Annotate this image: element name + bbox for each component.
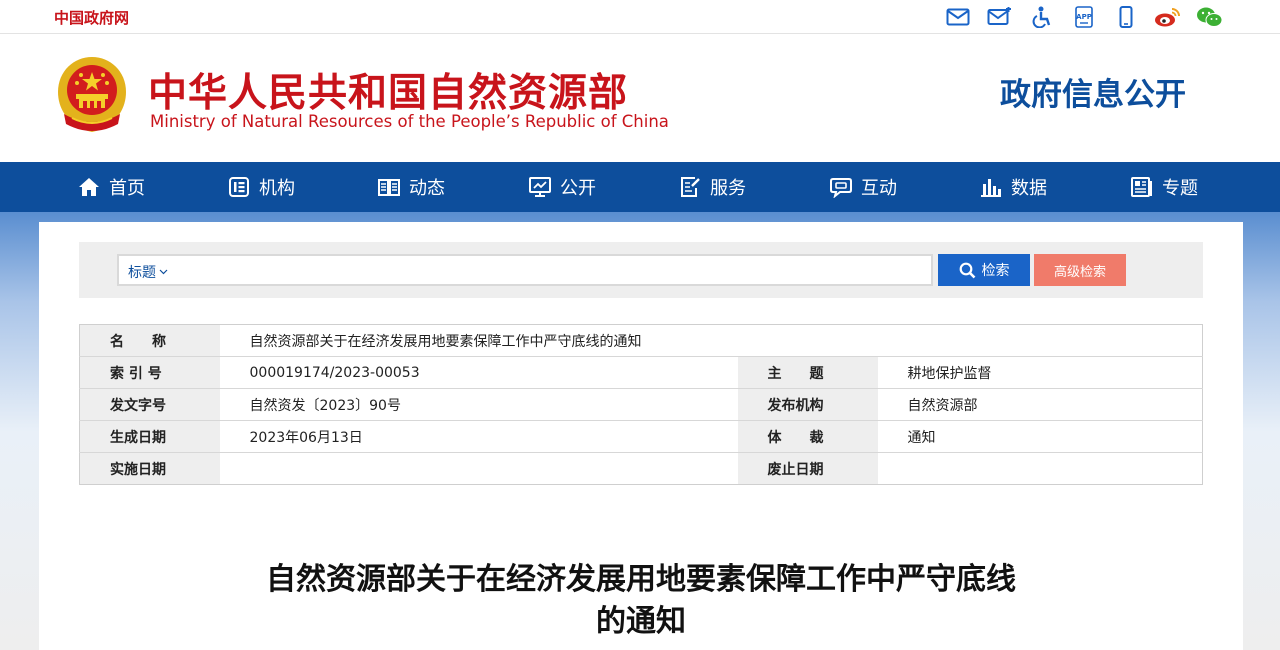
publisher-value: 自然资源部 — [877, 388, 1203, 421]
publisher-label: 发布机构 — [737, 388, 878, 421]
search-icon — [959, 262, 975, 278]
search-button[interactable]: 检索 — [938, 254, 1030, 286]
search-field: 标题 — [117, 254, 933, 286]
main-content: 标题 检索 高级检索 名 称 自然资源部关于在经济发展用地要素保障工作中严守底线… — [39, 222, 1243, 650]
gov-portal-link[interactable]: 中国政府网 — [54, 7, 129, 28]
table-row: 生成日期 2023年06月13日 体 裁 通知 — [79, 420, 1203, 453]
topic-value: 耕地保护监督 — [877, 356, 1203, 389]
topic-label: 主 题 — [737, 356, 878, 389]
index-value: 000019174/2023-00053 — [219, 356, 738, 389]
top-bar: 中国政府网 APP — [0, 0, 1280, 34]
effective-date-label: 实施日期 — [79, 452, 220, 485]
mail-icon[interactable] — [944, 5, 972, 29]
book-icon — [378, 179, 400, 196]
expiry-date-value — [877, 452, 1203, 485]
nav-item-label: 互动 — [861, 178, 897, 199]
chat-icon — [830, 178, 852, 198]
nav-item-label: 首页 — [109, 178, 145, 199]
search-input[interactable] — [179, 258, 919, 282]
mail-edit-icon[interactable] — [986, 5, 1014, 29]
article-title-line: 的通知 — [596, 604, 686, 639]
section-title: 政府信息公开 — [1000, 77, 1186, 113]
name-label: 名 称 — [79, 324, 220, 357]
chevron-down-icon — [159, 269, 168, 275]
top-icons: APP — [944, 4, 1224, 30]
table-row: 名 称 自然资源部关于在经济发展用地要素保障工作中严守底线的通知 — [79, 324, 1203, 357]
nav-item-open[interactable]: 公开 — [529, 162, 596, 212]
wechat-icon[interactable] — [1196, 5, 1224, 29]
mobile-icon[interactable] — [1112, 5, 1140, 29]
expiry-date-label: 废止日期 — [737, 452, 878, 485]
document-info-table: 名 称 自然资源部关于在经济发展用地要素保障工作中严守底线的通知 索 引 号 0… — [79, 324, 1203, 485]
table-row: 实施日期 废止日期 — [79, 452, 1203, 485]
nav-item-label: 公开 — [560, 178, 596, 199]
search-button-label: 检索 — [981, 262, 1010, 278]
home-icon — [79, 178, 99, 196]
effective-date-value — [219, 452, 738, 485]
nav-item-label: 机构 — [259, 178, 295, 199]
index-label: 索 引 号 — [79, 356, 220, 389]
advanced-search-button[interactable]: 高级检索 — [1034, 254, 1126, 286]
main-nav: 首页 机构 动态 公开 服务 互动 数据 专题 — [0, 162, 1280, 212]
accessibility-icon[interactable] — [1028, 5, 1056, 29]
site-header: 中华人民共和国自然资源部 Ministry of Natural Resourc… — [0, 34, 1280, 162]
site-title-cn: 中华人民共和国自然资源部 — [148, 71, 629, 116]
app-icon[interactable]: APP — [1070, 5, 1098, 29]
nav-item-org[interactable]: 机构 — [228, 162, 295, 212]
search-scope-select[interactable]: 标题 — [128, 262, 168, 282]
docno-value: 自然资发〔2023〕90号 — [219, 388, 738, 421]
nav-item-home[interactable]: 首页 — [78, 162, 145, 212]
nav-item-label: 动态 — [409, 178, 445, 199]
nav-item-label: 服务 — [710, 178, 746, 199]
docno-label: 发文字号 — [79, 388, 220, 421]
search-scope-label: 标题 — [128, 265, 156, 281]
search-bar: 标题 检索 高级检索 — [79, 242, 1203, 298]
table-row: 索 引 号 000019174/2023-00053 主 题 耕地保护监督 — [79, 356, 1203, 389]
name-value: 自然资源部关于在经济发展用地要素保障工作中严守底线的通知 — [219, 324, 1203, 357]
topic-icon — [1131, 177, 1152, 197]
created-date-label: 生成日期 — [79, 420, 220, 453]
weibo-icon[interactable] — [1154, 5, 1182, 29]
svg-text:APP: APP — [1076, 13, 1092, 21]
table-row: 发文字号 自然资发〔2023〕90号 发布机构 自然资源部 — [79, 388, 1203, 421]
national-emblem-logo[interactable] — [52, 54, 132, 138]
created-date-value: 2023年06月13日 — [219, 420, 738, 453]
genre-value: 通知 — [877, 420, 1203, 453]
nav-item-topics[interactable]: 专题 — [1131, 162, 1198, 212]
nav-item-services[interactable]: 服务 — [679, 162, 746, 212]
article-title-line: 自然资源部关于在经济发展用地要素保障工作中严守底线 — [266, 562, 1016, 597]
nav-item-label: 专题 — [1162, 178, 1198, 199]
article-title: 自然资源部关于在经济发展用地要素保障工作中严守底线 的通知 — [39, 559, 1243, 643]
monitor-icon — [529, 177, 551, 197]
genre-label: 体 裁 — [737, 420, 878, 453]
nav-item-news[interactable]: 动态 — [378, 162, 445, 212]
org-icon — [229, 177, 249, 197]
edit-icon — [681, 177, 700, 197]
chart-icon — [981, 179, 1001, 197]
nav-item-interaction[interactable]: 互动 — [830, 162, 897, 212]
nav-item-data[interactable]: 数据 — [980, 162, 1047, 212]
nav-item-label: 数据 — [1011, 178, 1047, 199]
site-title-en: Ministry of Natural Resources of the Peo… — [150, 112, 669, 131]
